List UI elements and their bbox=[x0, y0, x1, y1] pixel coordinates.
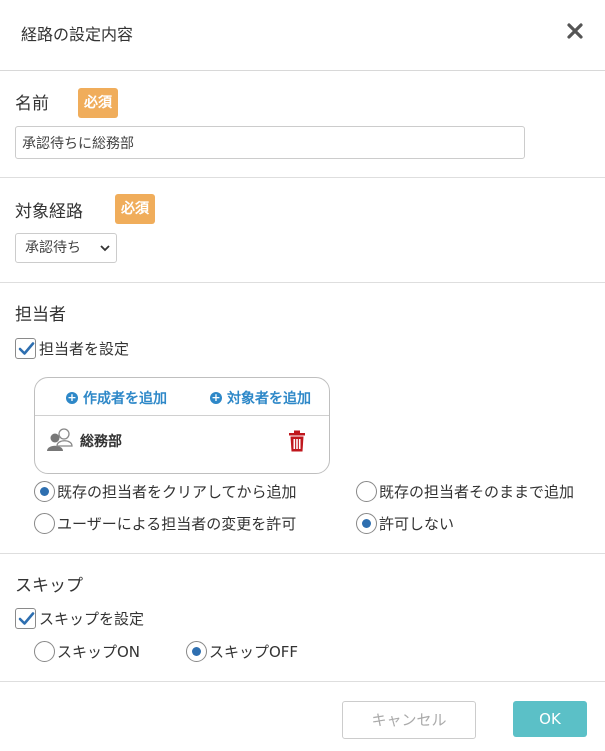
radio-keep-option[interactable]: 既存の担当者そのままで追加 bbox=[356, 480, 574, 502]
radio-clear-label: 既存の担当者をクリアしてから追加 bbox=[57, 482, 297, 501]
radio-disallow-label: 許可しない bbox=[379, 514, 455, 533]
radio-disallow-option[interactable]: 許可しない bbox=[356, 512, 454, 534]
assignee-item: 総務部 bbox=[35, 417, 329, 465]
name-input[interactable] bbox=[15, 126, 525, 159]
dialog-footer: キャンセル OK bbox=[0, 682, 605, 751]
radio-disallow[interactable] bbox=[356, 512, 377, 534]
radio-allow-option[interactable]: ユーザーによる担当者の変更を許可 bbox=[34, 512, 296, 534]
required-badge: 必須 bbox=[78, 88, 118, 118]
assignee-name: 総務部 bbox=[80, 434, 122, 450]
group-icon bbox=[47, 428, 73, 451]
name-label: 名前 bbox=[15, 94, 49, 114]
chevron-down-icon bbox=[100, 245, 110, 252]
dialog-title: 経路の設定内容 bbox=[21, 25, 134, 44]
ok-button[interactable]: OK bbox=[513, 701, 587, 737]
radio-keep-label: 既存の担当者そのままで追加 bbox=[379, 482, 575, 501]
radio-clear-option[interactable]: 既存の担当者をクリアしてから追加 bbox=[34, 480, 297, 502]
radio-skip-on-option[interactable]: スキップON bbox=[34, 640, 140, 662]
check-icon bbox=[18, 611, 35, 625]
assignee-actions: + 作成者を追加 + 対象者を追加 bbox=[35, 378, 329, 416]
plus-circle-icon: + bbox=[66, 391, 78, 404]
check-icon bbox=[18, 341, 35, 355]
name-section: 名前 必須 bbox=[0, 71, 605, 178]
assignee-checkbox-label: 担当者を設定 bbox=[39, 339, 130, 358]
radio-allow[interactable] bbox=[34, 512, 55, 534]
route-label: 対象経路 bbox=[15, 202, 83, 222]
assignee-checkbox[interactable] bbox=[15, 337, 36, 359]
dialog-header: 経路の設定内容 bbox=[0, 0, 605, 71]
trash-icon[interactable] bbox=[288, 430, 306, 452]
radio-allow-label: ユーザーによる担当者の変更を許可 bbox=[57, 514, 297, 533]
skip-checkbox-row[interactable]: スキップを設定 bbox=[15, 607, 144, 629]
route-section: 対象経路 必須 bbox=[0, 178, 605, 283]
add-creator-link[interactable]: + 作成者を追加 bbox=[66, 388, 167, 408]
add-target-link[interactable]: + 対象者を追加 bbox=[210, 388, 311, 408]
assignee-label: 担当者 bbox=[15, 305, 66, 325]
radio-skip-off[interactable] bbox=[186, 640, 207, 662]
plus-circle-icon: + bbox=[210, 391, 222, 404]
route-select-value: 承認待ち bbox=[25, 240, 81, 256]
skip-checkbox-label: スキップを設定 bbox=[39, 609, 145, 628]
radio-skip-off-label: スキップOFF bbox=[209, 642, 299, 661]
radio-skip-off-option[interactable]: スキップOFF bbox=[186, 640, 298, 662]
skip-checkbox[interactable] bbox=[15, 607, 36, 629]
required-badge: 必須 bbox=[115, 194, 155, 224]
route-select[interactable]: 承認待ち bbox=[15, 233, 117, 263]
close-icon[interactable] bbox=[566, 22, 584, 40]
radio-skip-on[interactable] bbox=[34, 640, 55, 662]
radio-clear[interactable] bbox=[34, 480, 55, 502]
assignee-checkbox-row[interactable]: 担当者を設定 bbox=[15, 337, 129, 359]
assignee-box: + 作成者を追加 + 対象者を追加 総務部 bbox=[34, 377, 330, 474]
add-creator-label: 作成者を追加 bbox=[83, 391, 167, 407]
skip-label: スキップ bbox=[15, 576, 83, 596]
radio-skip-on-label: スキップON bbox=[57, 642, 141, 661]
radio-keep[interactable] bbox=[356, 480, 377, 502]
add-target-label: 対象者を追加 bbox=[227, 391, 311, 407]
cancel-button[interactable]: キャンセル bbox=[342, 701, 476, 739]
